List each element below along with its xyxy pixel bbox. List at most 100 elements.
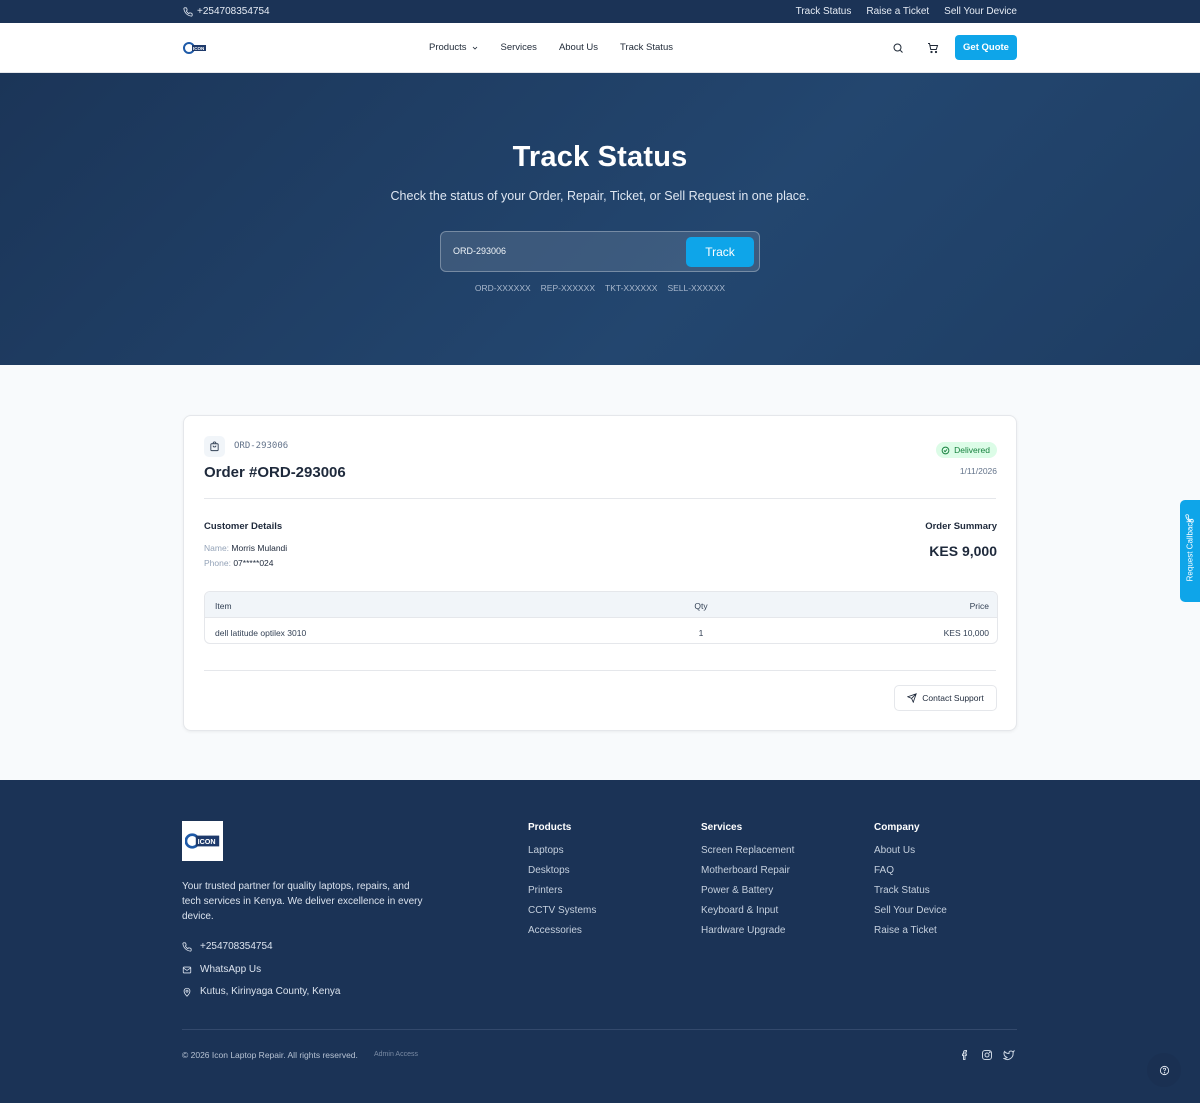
search-icon[interactable] [892, 42, 904, 54]
footer-contact-whatsapp[interactable]: WhatsApp Us [182, 964, 261, 975]
status-badge: Delivered [936, 442, 997, 458]
cart-icon[interactable] [927, 42, 939, 54]
main-nav: ICON Products Services About Us Track St… [0, 23, 1200, 73]
customer-phone-value: 07*****024 [233, 558, 274, 568]
track-input[interactable]: ORD-293006 [453, 246, 506, 256]
footer-link[interactable]: Track Status [874, 885, 947, 905]
track-search-box: ORD-293006 Track [440, 231, 760, 272]
topbar-phone-text: +254708354754 [197, 6, 270, 17]
footer-tagline: Your trusted partner for quality laptops… [182, 881, 423, 922]
get-quote-button[interactable]: Get Quote [955, 35, 1017, 60]
footer-link[interactable]: Motherboard Repair [701, 865, 794, 885]
order-title: Order #ORD-293006 [204, 464, 346, 481]
footer-link[interactable]: About Us [874, 845, 947, 865]
footer-contact-whatsapp-text: WhatsApp Us [200, 964, 262, 975]
column-header-qty: Qty [694, 601, 708, 611]
site-footer: ICON Your trusted partner for quality la… [0, 780, 1200, 1103]
customer-details-heading: Customer Details [204, 521, 283, 532]
mail-icon [182, 966, 192, 973]
order-card: ORD-293006 Order #ORD-293006 Delivered 1… [183, 415, 1017, 731]
track-button[interactable]: Track [686, 237, 754, 267]
footer-contact-phone[interactable]: +254708354754 [182, 941, 273, 952]
order-date: 1/11/2026 [959, 466, 997, 476]
send-icon [907, 693, 918, 703]
customer-phone-label: Phone: [204, 558, 231, 568]
footer-col-title: Services [701, 822, 743, 833]
nav-item-about[interactable]: About Us [559, 42, 598, 53]
footer-link[interactable]: Raise a Ticket [874, 925, 947, 945]
footer-link[interactable]: Power & Battery [701, 885, 794, 905]
svg-text:ICON: ICON [197, 837, 215, 846]
social-links [959, 1049, 1015, 1061]
table-header: Item Qty Price [205, 592, 997, 618]
footer-contact-location-text: Kutus, Kirinyaga County, Kenya [200, 986, 341, 997]
footer-link[interactable]: Laptops [528, 845, 596, 865]
table-row: dell latitude optilex 3010 1 KES 10,000 [205, 619, 997, 643]
chevron-down-icon [472, 46, 477, 50]
nav-item-track-status[interactable]: Track Status [620, 42, 673, 53]
help-chat-button[interactable] [1147, 1053, 1181, 1087]
topbar-link-sell-device[interactable]: Sell Your Device [944, 6, 1017, 17]
footer-divider [182, 1029, 1017, 1030]
logo-icon: ICON [184, 833, 219, 849]
footer-link[interactable]: Sell Your Device [874, 905, 947, 925]
nav-item-services[interactable]: Services [501, 42, 537, 53]
column-header-price: Price [969, 601, 989, 611]
top-bar: +254708354754 Track Status Raise a Ticke… [0, 0, 1200, 23]
nav-item-products-label: Products [429, 42, 467, 53]
footer-link[interactable]: Accessories [528, 925, 596, 945]
request-callback-tab[interactable]: Request Callback [1180, 500, 1200, 602]
footer-link[interactable]: Hardware Upgrade [701, 925, 794, 945]
topbar-phone[interactable]: +254708354754 [183, 6, 270, 17]
footer-link[interactable]: Screen Replacement [701, 845, 794, 865]
instagram-icon[interactable] [981, 1049, 993, 1061]
facebook-icon[interactable] [959, 1049, 971, 1061]
hero-section: Track Status Check the status of your Or… [0, 73, 1200, 365]
id-formats: ORD-XXXXXX REP-XXXXXX TKT-XXXXXX SELL-XX… [0, 283, 1200, 293]
page-subtitle: Check the status of your Order, Repair, … [390, 189, 810, 203]
footer-contact-location: Kutus, Kirinyaga County, Kenya [182, 986, 340, 997]
footer-col-company: Company About Us FAQ Track Status Sell Y… [874, 822, 947, 945]
footer-link[interactable]: Desktops [528, 865, 596, 885]
footer-link[interactable]: Printers [528, 885, 596, 905]
help-circle-icon [1159, 1065, 1169, 1075]
format-ticket: TKT-XXXXXX [605, 283, 658, 293]
shopping-bag-icon [210, 441, 219, 452]
customer-name-label: Name: [204, 543, 230, 553]
nav-menu: Products Services About Us Track Status [429, 42, 673, 53]
divider [204, 670, 996, 671]
footer-link[interactable]: Keyboard & Input [701, 905, 794, 925]
customer-name: Name: Morris Mulandi [204, 543, 287, 553]
twitter-icon[interactable] [1003, 1049, 1015, 1061]
phone-icon [182, 941, 192, 952]
page-title: Track Status [512, 141, 688, 173]
customer-name-value: Morris Mulandi [231, 543, 288, 553]
topbar-link-track-status[interactable]: Track Status [796, 6, 852, 17]
cell-qty: 1 [698, 628, 704, 638]
footer-link[interactable]: CCTV Systems [528, 905, 596, 925]
site-logo[interactable]: ICON [183, 40, 207, 56]
footer-link[interactable]: FAQ [874, 865, 947, 885]
order-type-icon-wrap [204, 436, 225, 457]
map-pin-icon [183, 987, 191, 997]
order-code: ORD-293006 [234, 441, 289, 451]
footer-col-services: Services Screen Replacement Motherboard … [701, 822, 794, 945]
footer-col-title: Company [874, 822, 920, 833]
admin-access-link[interactable]: Admin Access [374, 1051, 418, 1058]
order-total: KES 9,000 [929, 543, 997, 559]
contact-support-button[interactable]: Contact Support [894, 685, 997, 711]
footer-col-products: Products Laptops Desktops Printers CCTV … [528, 822, 596, 945]
divider [204, 498, 996, 499]
logo-icon: ICON [183, 42, 206, 54]
format-order: ORD-XXXXXX [474, 283, 531, 293]
status-badge-label: Delivered [954, 445, 990, 455]
topbar-link-raise-ticket[interactable]: Raise a Ticket [866, 6, 929, 17]
contact-support-label: Contact Support [922, 693, 984, 703]
check-circle-icon [941, 446, 950, 454]
order-items-table: Item Qty Price dell latitude optilex 301… [204, 591, 998, 644]
footer-logo[interactable]: ICON [182, 821, 223, 861]
customer-phone: Phone: 07*****024 [204, 558, 274, 568]
format-repair: REP-XXXXXX [540, 283, 595, 293]
cell-item: dell latitude optilex 3010 [215, 628, 307, 638]
nav-item-products[interactable]: Products [429, 42, 479, 53]
